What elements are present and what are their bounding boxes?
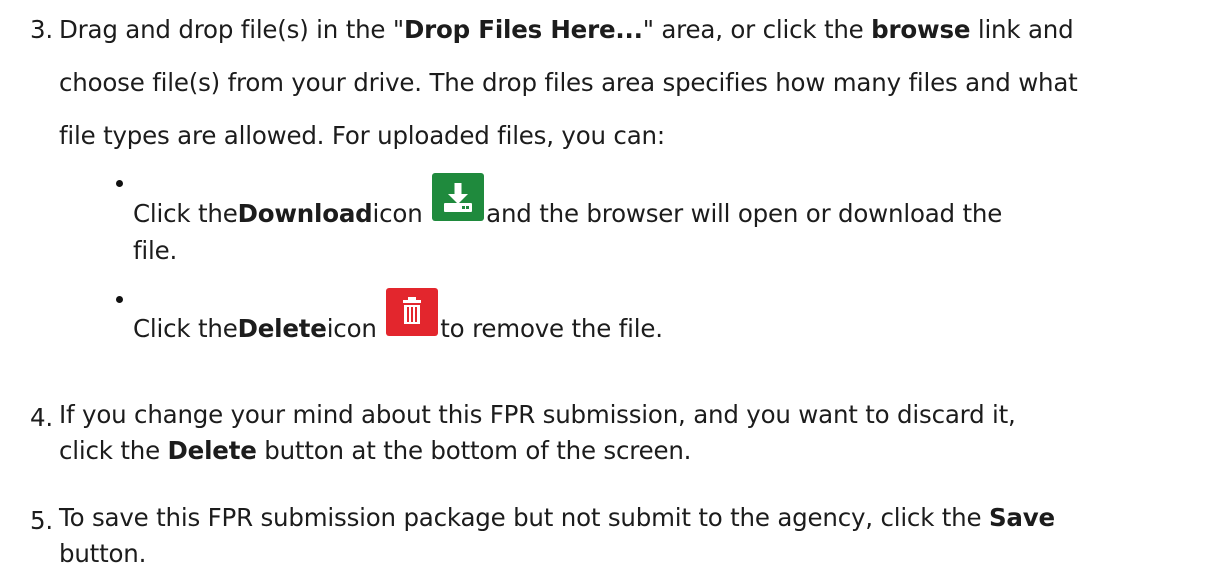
bullet-delete-text-a: Click the bbox=[133, 314, 238, 343]
step-3-text-a: Drag and drop file(s) in the " bbox=[59, 15, 404, 44]
step-5-text-a: To save this FPR submission package but … bbox=[59, 503, 989, 532]
trash-icon bbox=[386, 288, 439, 336]
download-term: Download bbox=[237, 199, 373, 228]
step-3-text-b: " area, or click the bbox=[642, 15, 872, 44]
bullet-delete-text-b: icon bbox=[326, 314, 377, 343]
step-3-number: 3. bbox=[30, 15, 53, 44]
bullet-download-line: Click the Download icon and the browser … bbox=[133, 173, 1002, 228]
download-icon bbox=[432, 173, 485, 221]
delete-term: Delete bbox=[237, 314, 327, 343]
step-4-text-a: click the bbox=[59, 436, 168, 465]
bullet-download-text-b: icon bbox=[372, 199, 423, 228]
bullet-delete-text-c: to remove the file. bbox=[440, 314, 663, 343]
step-3-line-3: file types are allowed. For uploaded fil… bbox=[59, 121, 665, 150]
step-4-number: 4. bbox=[30, 403, 53, 432]
browse-term: browse bbox=[871, 15, 971, 44]
drop-files-here-term: Drop Files Here... bbox=[403, 15, 643, 44]
step-5-number: 5. bbox=[30, 506, 53, 535]
step-4-text-b: button at the bottom of the screen. bbox=[256, 436, 692, 465]
bullet-delete-line: Click the Delete icon to remove the file… bbox=[133, 288, 663, 343]
step-3-line-1: Drag and drop file(s) in the "Drop Files… bbox=[59, 15, 1074, 44]
delete-button-term: Delete bbox=[167, 436, 257, 465]
step-5-line-2: button. bbox=[59, 539, 147, 568]
bullet-download-text-a: Click the bbox=[133, 199, 238, 228]
step-5-line-1: To save this FPR submission package but … bbox=[59, 503, 1055, 532]
step-3-text-c: link and bbox=[970, 15, 1074, 44]
bullet-marker bbox=[116, 296, 123, 303]
step-4-line-2: click the Delete button at the bottom of… bbox=[59, 436, 691, 465]
step-3-line-2: choose file(s) from your drive. The drop… bbox=[59, 68, 1078, 97]
step-4-line-1: If you change your mind about this FPR s… bbox=[59, 400, 1016, 429]
bullet-marker bbox=[116, 180, 123, 187]
save-button-term: Save bbox=[988, 503, 1055, 532]
bullet-download-text-c: and the browser will open or download th… bbox=[486, 199, 1003, 228]
bullet-download-continuation: file. bbox=[133, 236, 178, 265]
